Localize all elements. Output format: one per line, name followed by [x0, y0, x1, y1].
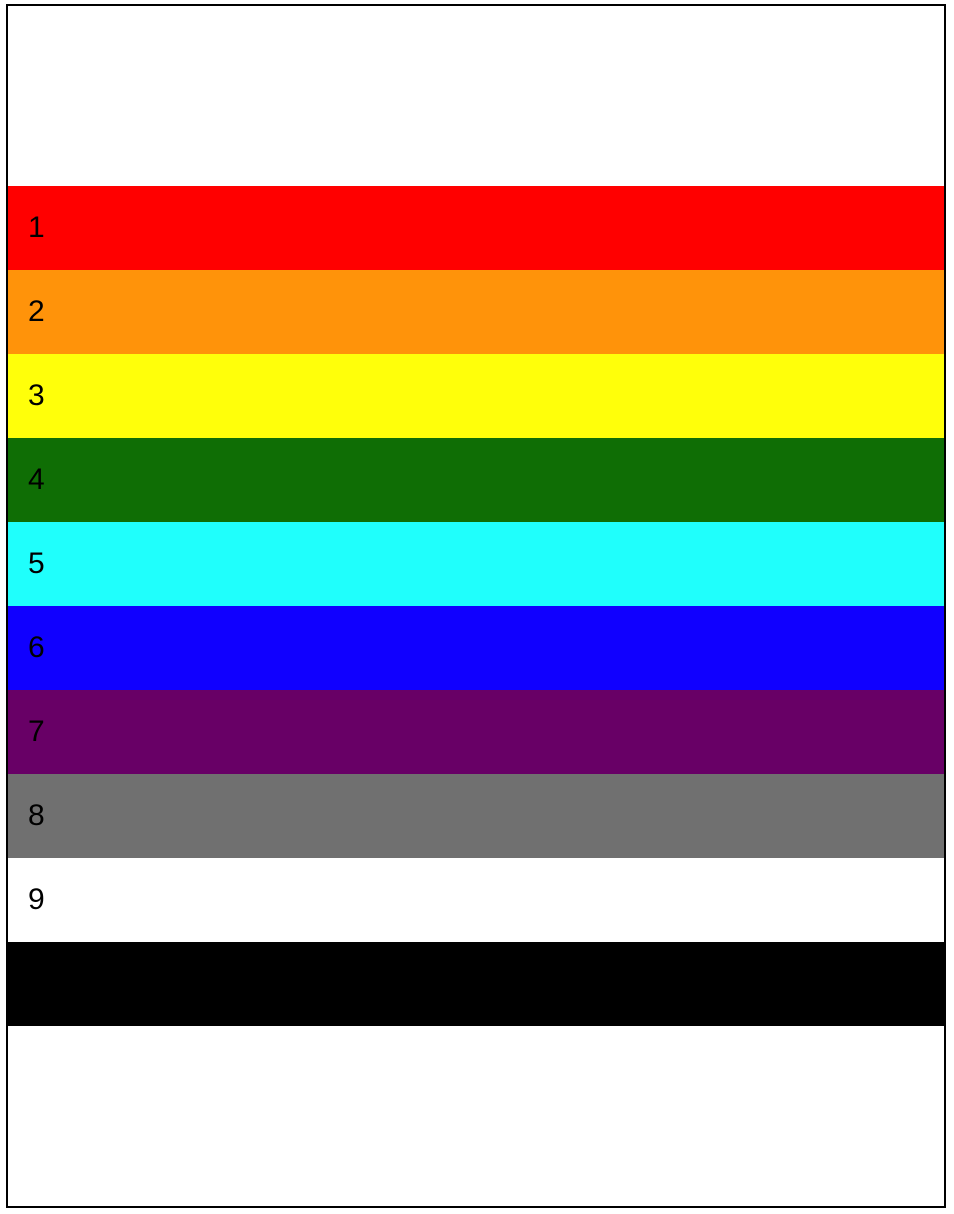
list-item-label: 6: [28, 631, 45, 664]
list-item-label: 3: [28, 379, 45, 412]
list-item-7: 7: [8, 690, 944, 774]
list-item-2: 2: [8, 270, 944, 354]
list-item-9: 9: [8, 858, 944, 942]
list-item-1: 1: [8, 186, 944, 270]
list-item-label: 8: [28, 799, 45, 832]
list-item-6: 6: [8, 606, 944, 690]
list-item-label: 9: [28, 883, 45, 916]
list-item-label: 7: [28, 715, 45, 748]
list-item-3: 3: [8, 354, 944, 438]
list-item-label: 1: [28, 211, 45, 244]
list-item-label: 4: [28, 463, 45, 496]
list-item-label: 5: [28, 547, 45, 580]
list-item-label: 2: [28, 295, 45, 328]
list-item-label: 10: [28, 967, 62, 1000]
page-frame: 1 2 3 4 5 6 7 8 9 10: [6, 4, 946, 1208]
list-item-5: 5: [8, 522, 944, 606]
list-item-4: 4: [8, 438, 944, 522]
list-item-10: 10: [8, 942, 944, 1026]
color-list: 1 2 3 4 5 6 7 8 9 10: [8, 186, 944, 1026]
list-item-8: 8: [8, 774, 944, 858]
